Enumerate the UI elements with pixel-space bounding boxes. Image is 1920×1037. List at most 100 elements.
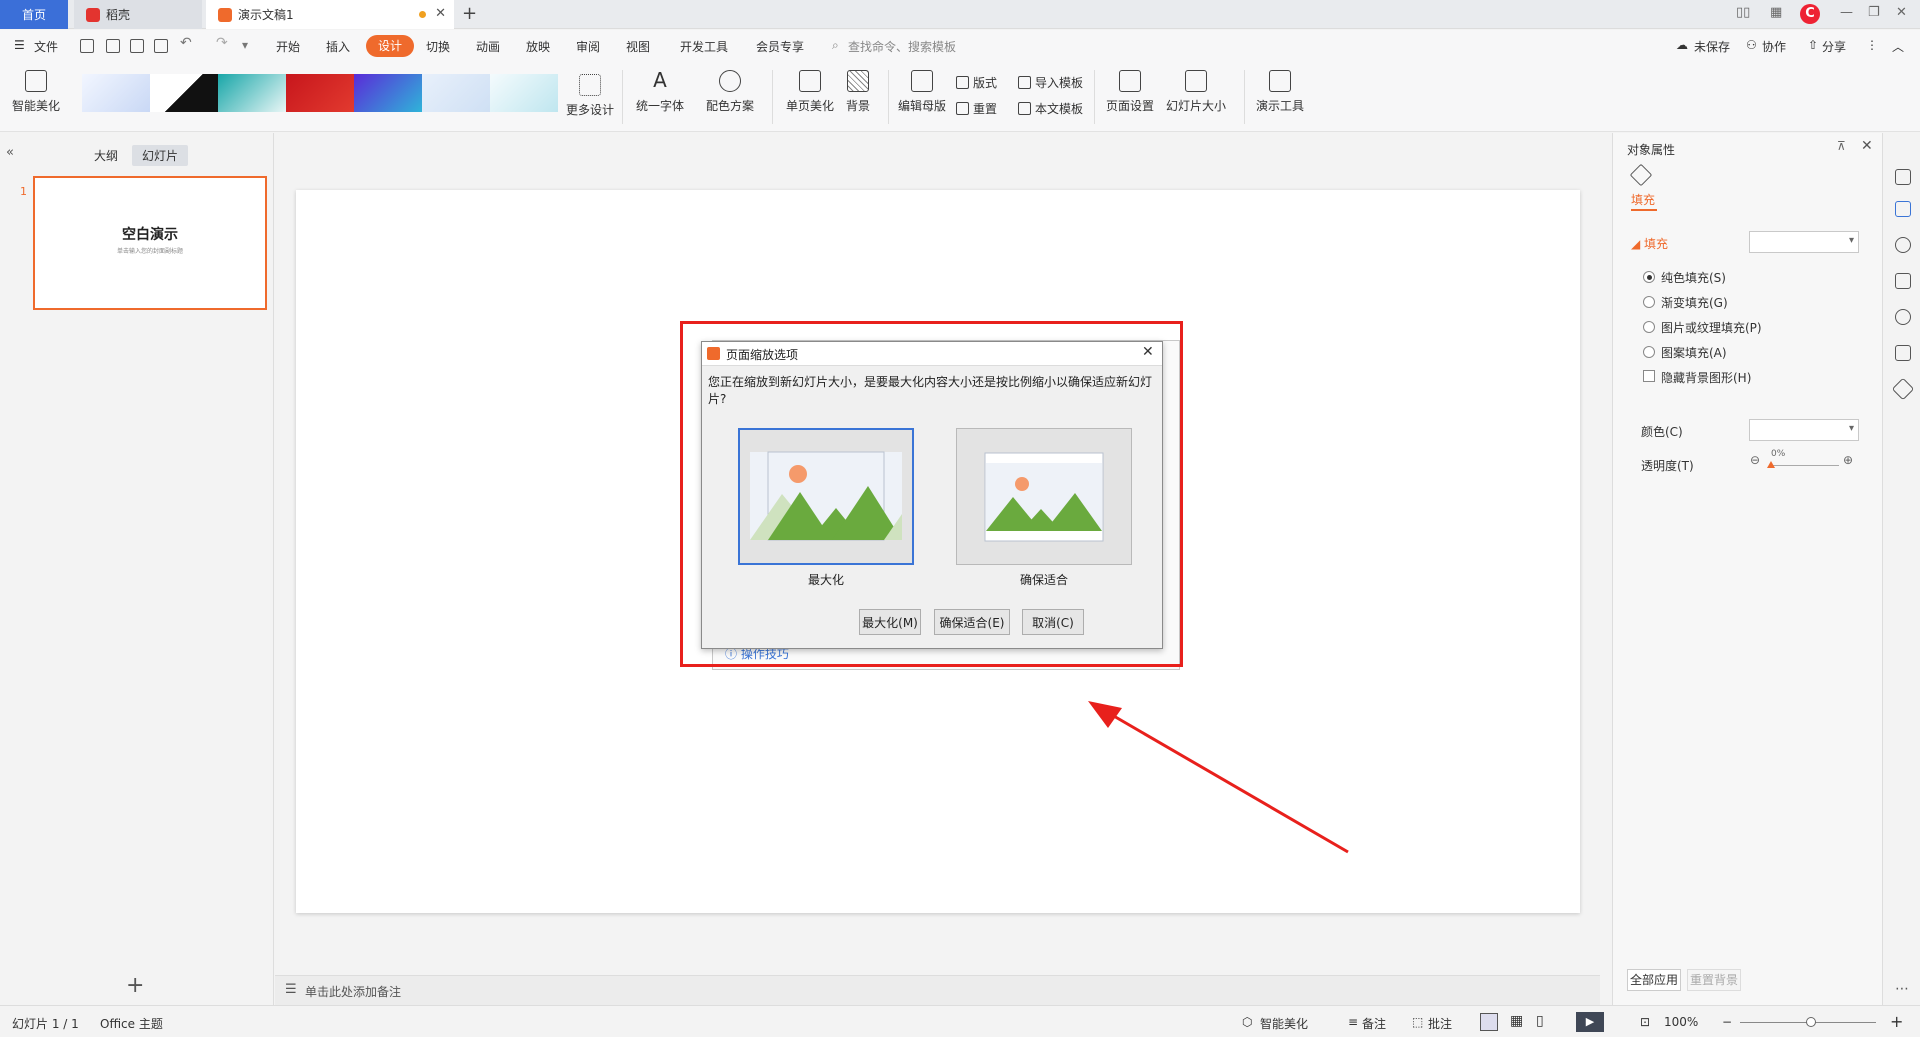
quick-access-dropdown-icon[interactable]: ▾ xyxy=(242,38,248,52)
avatar[interactable]: C xyxy=(1800,4,1820,24)
zoom-level[interactable]: 100% xyxy=(1664,1015,1698,1029)
color-dropdown[interactable] xyxy=(1749,419,1859,441)
reading-view-icon[interactable]: ▯ xyxy=(1536,1013,1544,1029)
help-icon[interactable] xyxy=(1895,309,1911,325)
add-slide-icon[interactable]: + xyxy=(126,973,144,998)
zoom-slider-handle[interactable] xyxy=(1806,1017,1816,1027)
menu-start[interactable]: 开始 xyxy=(276,38,300,55)
zoom-in-icon[interactable]: + xyxy=(1890,1012,1903,1031)
design-template-4[interactable] xyxy=(286,74,354,112)
page-setup-button[interactable]: 页面设置 xyxy=(1106,70,1154,114)
notes-placeholder[interactable]: 单击此处添加备注 xyxy=(305,983,401,1000)
transparency-increase-icon[interactable]: ⊕ xyxy=(1843,453,1853,467)
tab-slides[interactable]: 幻灯片 xyxy=(132,145,189,166)
redo-icon[interactable]: ↷ xyxy=(216,35,228,51)
fill-type-dropdown[interactable] xyxy=(1749,231,1859,253)
notes-bar[interactable]: ☰ 单击此处添加备注 xyxy=(275,975,1600,1005)
transparency-slider[interactable] xyxy=(1769,465,1839,466)
close-window-icon[interactable]: ✕ xyxy=(1896,5,1907,20)
background-button[interactable]: 背景 xyxy=(846,70,870,114)
radio-pattern-fill[interactable] xyxy=(1643,346,1655,358)
menu-view[interactable]: 视图 xyxy=(626,38,650,55)
more-icon[interactable]: ⋮ xyxy=(1866,38,1878,52)
restore-icon[interactable]: ❐ xyxy=(1868,5,1880,20)
menu-design[interactable]: 设计 xyxy=(366,35,415,57)
radio-gradient-fill[interactable] xyxy=(1643,296,1655,308)
unify-font-button[interactable]: A 统一字体 xyxy=(636,70,684,114)
tab-outline[interactable]: 大纲 xyxy=(84,145,128,166)
tab-home[interactable]: 首页 xyxy=(0,0,68,29)
pin-icon[interactable]: ⊼ xyxy=(1837,139,1846,153)
design-template-5[interactable] xyxy=(354,74,422,112)
reset-background-button[interactable]: 重置背景 xyxy=(1687,969,1741,991)
menu-transition[interactable]: 切换 xyxy=(426,38,450,55)
layout-button[interactable]: 版式 xyxy=(956,74,997,91)
slide-size-button[interactable]: 幻灯片大小 xyxy=(1166,70,1226,114)
annotate-toggle[interactable]: 批注 xyxy=(1428,1015,1452,1032)
design-template-3[interactable] xyxy=(218,74,286,112)
hide-bg-checkbox[interactable] xyxy=(1643,370,1655,382)
copy-icon[interactable] xyxy=(1895,273,1911,289)
menu-insert[interactable]: 插入 xyxy=(326,38,350,55)
solid-fill-label[interactable]: 纯色填充(S) xyxy=(1661,269,1726,286)
menu-slideshow[interactable]: 放映 xyxy=(526,38,550,55)
gradient-fill-label[interactable]: 渐变填充(G) xyxy=(1661,294,1728,311)
radio-picture-fill[interactable] xyxy=(1643,321,1655,333)
command-search-input[interactable]: 查找命令、搜索模板 xyxy=(848,38,956,55)
notes-toggle[interactable]: 备注 xyxy=(1362,1015,1386,1032)
collapse-ribbon-icon[interactable]: ︿ xyxy=(1892,38,1904,55)
import-template-button[interactable]: 导入模板 xyxy=(1018,74,1083,91)
tab-daoke[interactable]: 稻壳 xyxy=(74,0,202,29)
slide-sorter-icon[interactable]: ▦ xyxy=(1510,1013,1523,1029)
menu-review[interactable]: 审阅 xyxy=(576,38,600,55)
shape-icon[interactable] xyxy=(1891,377,1915,401)
star-icon[interactable] xyxy=(1895,237,1911,253)
design-template-2[interactable] xyxy=(150,74,218,112)
apps-grid-icon[interactable]: ▦ xyxy=(1770,5,1782,20)
export-pdf-icon[interactable] xyxy=(106,39,120,53)
slide-thumbnail[interactable]: 空白演示 单击输入您的封面副标题 xyxy=(33,176,267,310)
pattern-fill-label[interactable]: 图案填充(A) xyxy=(1661,344,1727,361)
zoom-out-icon[interactable]: − xyxy=(1722,1015,1732,1029)
menu-member[interactable]: 会员专享 xyxy=(756,38,804,55)
menu-animation[interactable]: 动画 xyxy=(476,38,500,55)
fill-section-header[interactable]: ◢ 填充 xyxy=(1631,235,1668,252)
page-beautify-button[interactable]: 单页美化 xyxy=(786,70,834,114)
close-tab-icon[interactable]: ✕ xyxy=(435,6,446,21)
play-slideshow-icon[interactable]: ▶ xyxy=(1576,1012,1604,1032)
transparency-slider-handle[interactable] xyxy=(1767,461,1775,468)
print-preview-icon[interactable] xyxy=(154,39,168,53)
design-template-7[interactable] xyxy=(490,74,558,112)
radio-solid-fill[interactable] xyxy=(1643,271,1655,283)
menu-developer[interactable]: 开发工具 xyxy=(680,38,728,55)
new-tab-icon[interactable]: + xyxy=(462,3,477,24)
presentation-tools-button[interactable]: 演示工具 xyxy=(1256,70,1304,114)
reset-button[interactable]: 重置 xyxy=(956,100,997,117)
layout-icon[interactable]: ▯▯ xyxy=(1736,5,1750,20)
transparency-decrease-icon[interactable]: ⊖ xyxy=(1750,453,1760,467)
edit-master-button[interactable]: 编辑母版 xyxy=(898,70,946,114)
share-button[interactable]: 分享 xyxy=(1822,38,1846,55)
print-icon[interactable] xyxy=(130,39,144,53)
color-scheme-button[interactable]: 配色方案 xyxy=(706,70,754,114)
design-template-1[interactable] xyxy=(82,74,150,112)
tab-document[interactable]: 演示文稿1 ✕ xyxy=(206,0,454,29)
design-template-6[interactable] xyxy=(422,74,490,112)
collaborate-button[interactable]: 协作 xyxy=(1762,38,1786,55)
more-design-button[interactable]: 更多设计 xyxy=(566,74,614,118)
fit-window-icon[interactable]: ⊡ xyxy=(1640,1015,1650,1029)
undo-icon[interactable]: ↶ xyxy=(180,35,192,51)
normal-view-icon[interactable] xyxy=(1480,1013,1498,1031)
panel-title[interactable]: 对象属性 xyxy=(1627,141,1675,158)
text-template-button[interactable]: 本文模板 xyxy=(1018,100,1083,117)
rocket-icon[interactable] xyxy=(1895,169,1911,185)
save-icon[interactable] xyxy=(80,39,94,53)
properties-icon[interactable] xyxy=(1895,201,1911,217)
apply-all-button[interactable]: 全部应用 xyxy=(1627,969,1681,991)
theme-name[interactable]: Office 主题 xyxy=(100,1015,163,1032)
hide-bg-label[interactable]: 隐藏背景图形(H) xyxy=(1661,369,1751,386)
image-icon[interactable] xyxy=(1895,345,1911,361)
hamburger-icon[interactable]: ☰ xyxy=(14,38,25,52)
collapse-panel-icon[interactable]: « xyxy=(6,145,14,160)
minimize-icon[interactable]: — xyxy=(1840,5,1853,20)
